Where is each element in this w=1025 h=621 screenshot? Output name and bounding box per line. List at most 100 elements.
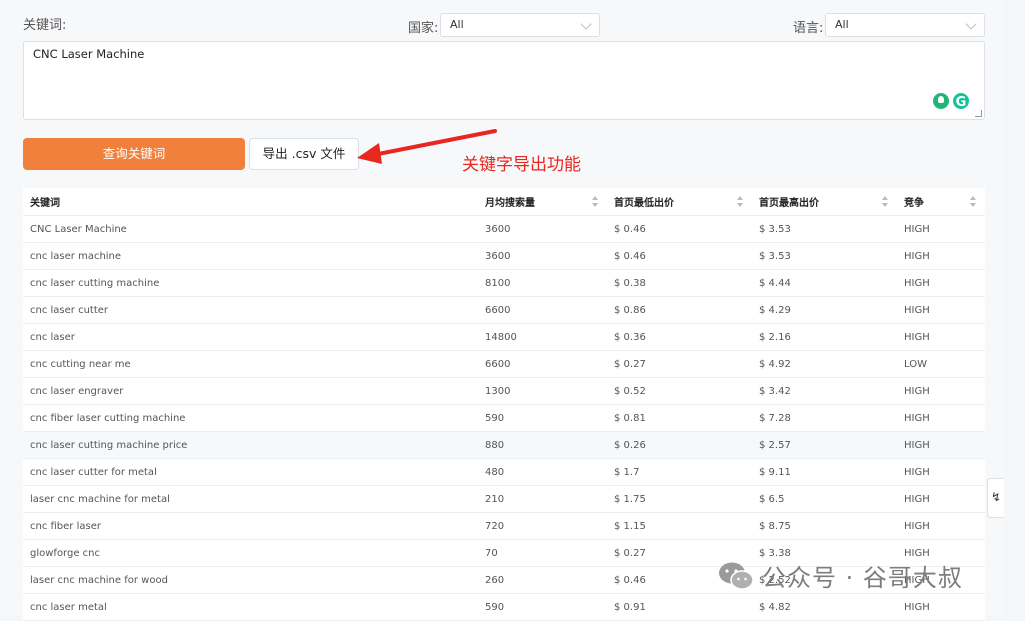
table-cell: HIGH [897, 242, 985, 270]
table-cell: cnc laser cutter for metal [23, 458, 478, 486]
column-header-label: 首页最高出价 [759, 198, 819, 209]
table-cell: glowforge cnc [23, 539, 478, 567]
table-cell: cnc laser engraver [23, 377, 478, 405]
table-cell: 3600 [478, 215, 607, 243]
table-cell: HIGH [897, 215, 985, 243]
query-keywords-button[interactable]: 查询关键词 [23, 138, 245, 170]
column-header-label: 首页最低出价 [614, 198, 674, 209]
keyword-results-table: 关键词 月均搜索量 首页最低出价 首页最高出价 竞争 CNC Laser Mac… [23, 188, 985, 621]
table-row[interactable]: cnc laser 14800 $ 0.36 $ 2.16 HIGH [23, 323, 985, 351]
table-row[interactable]: cnc laser machine 3600 $ 0.46 $ 3.53 HIGH [23, 242, 985, 270]
table-row[interactable]: cnc fiber laser 720 $ 1.15 $ 8.75 HIGH [23, 512, 985, 540]
table-cell: $ 9.11 [752, 458, 897, 486]
table-cell: laser cnc machine for metal [23, 485, 478, 513]
table-cell: $ 2.16 [752, 323, 897, 351]
keyword-label: 关键词: [23, 18, 67, 33]
table-cell: 480 [478, 458, 607, 486]
language-label: 语言: [793, 21, 824, 36]
table-row[interactable]: cnc laser cutting machine price 880 $ 0.26… [23, 431, 985, 459]
wechat-icon [719, 562, 754, 590]
table-cell: 14800 [478, 323, 607, 351]
table-cell: HIGH [897, 431, 985, 459]
table-cell: cnc fiber laser [23, 512, 478, 540]
table-row[interactable]: CNC Laser Machine 3600 $ 0.46 $ 3.53 HIGH [23, 215, 985, 243]
table-cell: HIGH [897, 458, 985, 486]
table-cell: cnc laser cutter [23, 296, 478, 324]
table-cell: $ 4.92 [752, 350, 897, 378]
language-select[interactable]: All [825, 13, 985, 37]
table-cell: $ 1.7 [607, 458, 752, 486]
table-cell: cnc fiber laser cutting machine [23, 404, 478, 432]
sort-icon[interactable] [970, 196, 977, 207]
table-cell: $ 0.26 [607, 431, 752, 459]
column-header-keyword[interactable]: 关键词 [23, 188, 478, 216]
table-cell: $ 3.53 [752, 215, 897, 243]
keyword-tool-panel: 关键词: 国家: All 语言: All CNC Laser Machine G… [0, 0, 1004, 621]
table-cell: $ 0.81 [607, 404, 752, 432]
table-cell: HIGH [897, 323, 985, 351]
table-cell: $ 0.52 [607, 377, 752, 405]
table-cell: 880 [478, 431, 607, 459]
table-row[interactable]: cnc laser cutter 6600 $ 0.86 $ 4.29 HIGH [23, 296, 985, 324]
table-cell: HIGH [897, 269, 985, 297]
annotation-text: 关键字导出功能 [462, 155, 581, 175]
export-csv-button[interactable]: 导出 .csv 文件 [249, 138, 359, 170]
table-cell: 3600 [478, 242, 607, 270]
table-cell: $ 1.75 [607, 485, 752, 513]
sort-icon[interactable] [737, 196, 744, 207]
column-header-label: 竞争 [904, 198, 924, 209]
column-header-high-bid[interactable]: 首页最高出价 [752, 188, 897, 216]
table-header-row: 关键词 月均搜索量 首页最低出价 首页最高出价 竞争 [23, 188, 985, 216]
table-cell: $ 1.15 [607, 512, 752, 540]
table-cell: cnc cutting near me [23, 350, 478, 378]
column-header-low-bid[interactable]: 首页最低出价 [607, 188, 752, 216]
table-cell: CNC Laser Machine [23, 215, 478, 243]
table-cell: $ 4.44 [752, 269, 897, 297]
chevron-down-icon [580, 18, 592, 30]
sort-icon[interactable] [882, 196, 889, 207]
table-cell: $ 0.46 [607, 215, 752, 243]
table-cell: $ 8.75 [752, 512, 897, 540]
table-row[interactable]: cnc cutting near me 6600 $ 0.27 $ 4.92 LOW [23, 350, 985, 378]
grammarly-icon[interactable]: G [951, 91, 971, 111]
table-cell: HIGH [897, 512, 985, 540]
country-select[interactable]: All [440, 13, 600, 37]
lightbulb-icon[interactable] [933, 93, 949, 109]
country-select-value: All [450, 18, 464, 31]
sort-icon[interactable] [592, 196, 599, 207]
table-cell: HIGH [897, 593, 985, 621]
table-cell: 6600 [478, 350, 607, 378]
country-label: 国家: [408, 21, 439, 36]
table-cell: HIGH [897, 296, 985, 324]
table-row[interactable]: cnc laser engraver 1300 $ 0.52 $ 3.42 HIGH [23, 377, 985, 405]
table-row[interactable]: cnc laser cutter for metal 480 $ 1.7 $ 9.11… [23, 458, 985, 486]
table-cell: $ 0.46 [607, 242, 752, 270]
table-cell: LOW [897, 350, 985, 378]
table-cell: $ 2.57 [752, 431, 897, 459]
table-cell: cnc laser machine [23, 242, 478, 270]
table-row[interactable]: cnc laser metal 590 $ 0.91 $ 4.82 HIGH [23, 593, 985, 621]
table-row[interactable]: cnc laser cutting machine 8100 $ 0.38 $ 4.4… [23, 269, 985, 297]
keyword-textarea[interactable]: CNC Laser Machine G [23, 41, 985, 120]
language-select-value: All [835, 18, 849, 31]
resize-handle[interactable] [975, 110, 982, 117]
table-cell: $ 4.29 [752, 296, 897, 324]
column-header-competition[interactable]: 竞争 [897, 188, 985, 216]
table-cell: $ 0.36 [607, 323, 752, 351]
column-header-monthly-searches[interactable]: 月均搜索量 [478, 188, 607, 216]
table-cell: $ 0.86 [607, 296, 752, 324]
table-cell: $ 4.82 [752, 593, 897, 621]
table-row[interactable]: cnc fiber laser cutting machine 590 $ 0.81… [23, 404, 985, 432]
table-row[interactable]: laser cnc machine for metal 210 $ 1.75 $ 6.… [23, 485, 985, 513]
side-collapse-tab[interactable]: ↯ [987, 478, 1004, 518]
table-cell: HIGH [897, 377, 985, 405]
table-cell: cnc laser cutting machine price [23, 431, 478, 459]
table-cell: cnc laser cutting machine [23, 269, 478, 297]
table-cell: laser cnc machine for wood [23, 566, 478, 594]
table-cell: $ 3.53 [752, 242, 897, 270]
table-cell: $ 6.5 [752, 485, 897, 513]
table-cell: $ 7.28 [752, 404, 897, 432]
table-cell: $ 0.38 [607, 269, 752, 297]
table-cell: 720 [478, 512, 607, 540]
table-cell: 210 [478, 485, 607, 513]
